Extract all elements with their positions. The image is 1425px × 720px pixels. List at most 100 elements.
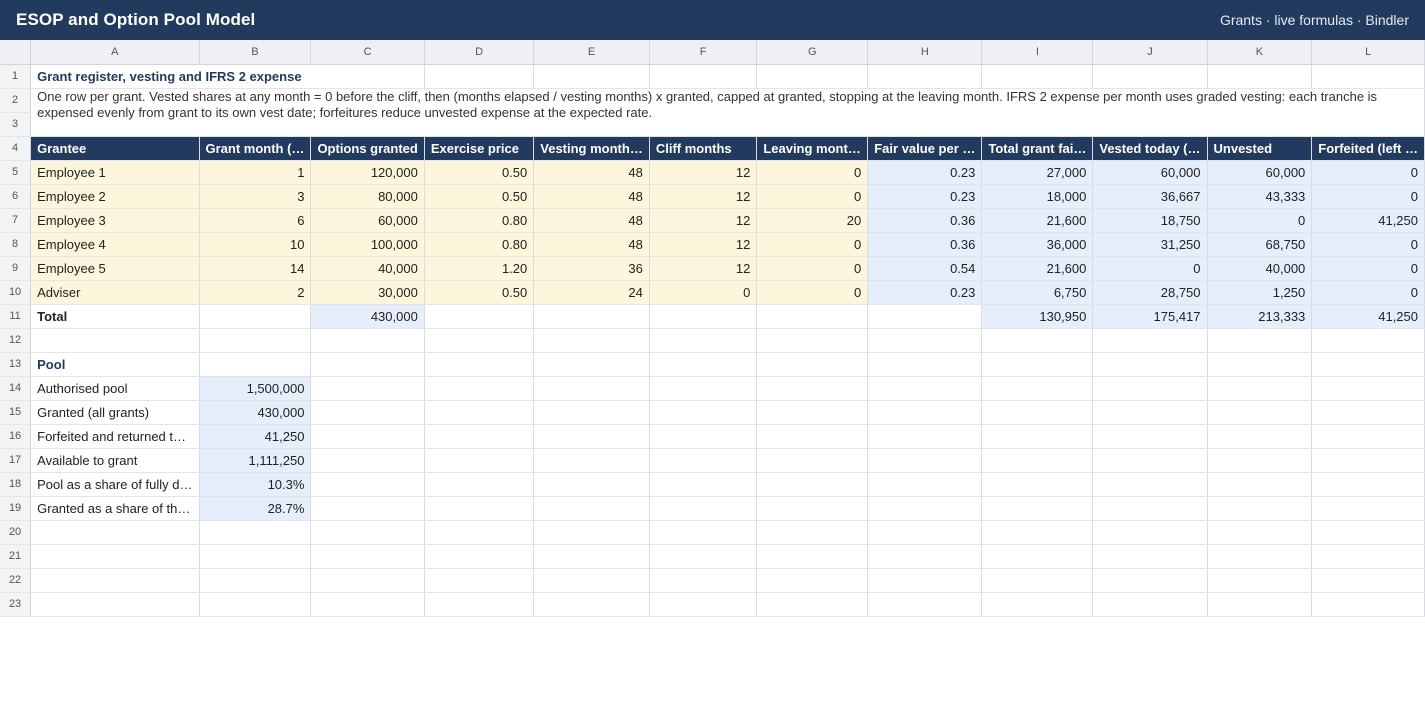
row-number[interactable]: 23 xyxy=(0,592,32,617)
header-unvested[interactable]: Unvested xyxy=(1207,136,1313,161)
cell[interactable] xyxy=(1207,544,1313,569)
cell[interactable] xyxy=(199,520,312,545)
leaving-month-cell[interactable]: 0 xyxy=(756,232,869,257)
cell[interactable] xyxy=(756,304,869,329)
vested-today-cell[interactable]: 31,250 xyxy=(1092,232,1208,257)
cliff-months-cell[interactable]: 12 xyxy=(649,256,758,281)
exercise-price-cell[interactable]: 0.50 xyxy=(424,160,535,185)
cell[interactable] xyxy=(424,400,535,425)
exercise-price-cell[interactable]: 0.80 xyxy=(424,208,535,233)
cell[interactable] xyxy=(649,520,758,545)
row-number[interactable]: 12 xyxy=(0,328,32,353)
header-options-granted[interactable]: Options granted xyxy=(310,136,425,161)
spreadsheet-grid[interactable]: A B C D E F G H I J K L 1 Grant register… xyxy=(0,40,1425,617)
cell[interactable] xyxy=(30,520,200,545)
cell[interactable] xyxy=(649,64,758,89)
vesting-months-cell[interactable]: 48 xyxy=(533,232,650,257)
cell[interactable] xyxy=(533,304,650,329)
cell[interactable] xyxy=(981,352,1094,377)
cell[interactable] xyxy=(1311,496,1425,521)
grantee-cell[interactable]: Employee 4 xyxy=(30,232,200,257)
cliff-months-cell[interactable]: 12 xyxy=(649,160,758,185)
cell[interactable] xyxy=(533,448,650,473)
vested-today-cell[interactable]: 36,667 xyxy=(1092,184,1208,209)
exercise-price-cell[interactable]: 0.50 xyxy=(424,280,535,305)
cell[interactable] xyxy=(310,328,425,353)
cell[interactable] xyxy=(756,400,869,425)
cell[interactable] xyxy=(1311,472,1425,497)
header-fair-value[interactable]: Fair value per … xyxy=(867,136,983,161)
cell[interactable] xyxy=(199,304,312,329)
header-cliff-months[interactable]: Cliff months xyxy=(649,136,758,161)
options-granted-cell[interactable]: 60,000 xyxy=(310,208,425,233)
cell[interactable] xyxy=(310,544,425,569)
cliff-months-cell[interactable]: 0 xyxy=(649,280,758,305)
cell[interactable] xyxy=(1092,544,1208,569)
cell[interactable] xyxy=(199,544,312,569)
cell[interactable] xyxy=(199,328,312,353)
vesting-months-cell[interactable]: 48 xyxy=(533,208,650,233)
cell[interactable] xyxy=(1311,64,1425,89)
cell[interactable] xyxy=(981,568,1094,593)
cell[interactable] xyxy=(1092,448,1208,473)
pool-label-cell[interactable]: Pool as a share of fully d… xyxy=(30,472,200,497)
unvested-cell[interactable]: 40,000 xyxy=(1207,256,1313,281)
cell[interactable] xyxy=(1311,520,1425,545)
fair-value-cell[interactable]: 0.36 xyxy=(867,232,983,257)
grant-month-cell[interactable]: 1 xyxy=(199,160,312,185)
cell[interactable] xyxy=(867,544,983,569)
cell[interactable] xyxy=(1311,400,1425,425)
sheet-title[interactable]: Grant register, vesting and IFRS 2 expen… xyxy=(30,64,425,89)
header-vesting-months[interactable]: Vesting month… xyxy=(533,136,650,161)
leaving-month-cell[interactable]: 0 xyxy=(756,184,869,209)
cell[interactable] xyxy=(1092,64,1208,89)
cell[interactable] xyxy=(981,424,1094,449)
cell[interactable] xyxy=(424,544,535,569)
cell[interactable] xyxy=(1092,376,1208,401)
cell[interactable] xyxy=(981,448,1094,473)
cell[interactable] xyxy=(533,472,650,497)
pool-value-cell[interactable]: 28.7% xyxy=(199,496,312,521)
row-number[interactable]: 3 xyxy=(0,112,32,137)
cell[interactable] xyxy=(424,448,535,473)
cell[interactable] xyxy=(867,448,983,473)
row-number[interactable]: 11 xyxy=(0,304,32,329)
cell[interactable] xyxy=(649,328,758,353)
row-number[interactable]: 14 xyxy=(0,376,32,401)
cell[interactable] xyxy=(310,352,425,377)
total-fair-value-cell[interactable]: 21,600 xyxy=(981,256,1094,281)
cell[interactable] xyxy=(649,376,758,401)
cell[interactable] xyxy=(1092,520,1208,545)
leaving-month-cell[interactable]: 20 xyxy=(756,208,869,233)
cell[interactable] xyxy=(756,328,869,353)
fair-value-cell[interactable]: 0.54 xyxy=(867,256,983,281)
cell[interactable] xyxy=(310,592,425,617)
header-exercise-price[interactable]: Exercise price xyxy=(424,136,535,161)
cell[interactable] xyxy=(649,400,758,425)
grant-month-cell[interactable]: 2 xyxy=(199,280,312,305)
total-fair-value-cell[interactable]: 36,000 xyxy=(981,232,1094,257)
cell[interactable] xyxy=(981,400,1094,425)
cell[interactable] xyxy=(30,328,200,353)
cell[interactable] xyxy=(1311,352,1425,377)
unvested-cell[interactable]: 0 xyxy=(1207,208,1313,233)
cell[interactable] xyxy=(1207,400,1313,425)
column-header-k[interactable]: K xyxy=(1207,40,1313,65)
cell[interactable] xyxy=(199,352,312,377)
cell[interactable] xyxy=(867,328,983,353)
select-all-corner[interactable] xyxy=(0,40,32,65)
row-number[interactable]: 17 xyxy=(0,448,32,473)
cell[interactable] xyxy=(30,592,200,617)
cell[interactable] xyxy=(1311,376,1425,401)
row-number[interactable]: 5 xyxy=(0,160,32,185)
total-fair-value-cell[interactable]: 6,750 xyxy=(981,280,1094,305)
unvested-cell[interactable]: 68,750 xyxy=(1207,232,1313,257)
cell[interactable] xyxy=(310,472,425,497)
grantee-cell[interactable]: Employee 1 xyxy=(30,160,200,185)
description-note[interactable]: One row per grant. Vested shares at any … xyxy=(30,88,1425,137)
cell[interactable] xyxy=(1092,352,1208,377)
column-header-b[interactable]: B xyxy=(199,40,312,65)
cell[interactable] xyxy=(310,376,425,401)
pool-section-title[interactable]: Pool xyxy=(30,352,200,377)
column-header-g[interactable]: G xyxy=(756,40,869,65)
